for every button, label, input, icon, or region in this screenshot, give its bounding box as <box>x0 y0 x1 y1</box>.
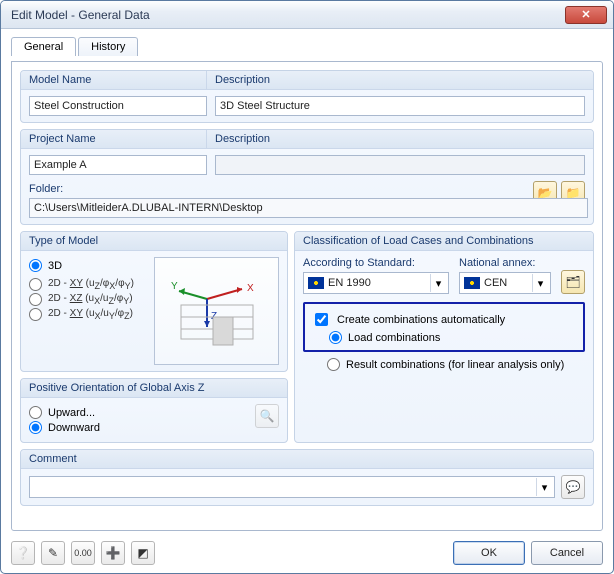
pencil-icon: ✎ <box>48 547 58 559</box>
model-desc-input[interactable] <box>215 96 585 116</box>
comment-input[interactable]: ▾ <box>29 476 555 498</box>
orientation-downward[interactable]: Downward <box>29 421 251 434</box>
model-name-label: Model Name <box>21 71 207 89</box>
chevron-down-icon: ▾ <box>430 274 446 292</box>
model-type-3d-label: 3D <box>48 260 62 272</box>
result-combinations-label: Result combinations (for linear analysis… <box>346 359 564 371</box>
eu-flag-icon <box>308 277 324 289</box>
settings-icon: 🗂 <box>565 276 580 288</box>
load-combinations[interactable]: Load combinations <box>329 331 577 344</box>
project-desc-label: Description <box>207 130 593 148</box>
help-button[interactable]: ❔ <box>11 541 35 565</box>
orientation-upward-radio[interactable] <box>29 406 42 419</box>
orientation-upward[interactable]: Upward... <box>29 406 251 419</box>
create-auto-checkbox-row[interactable]: Create combinations automatically <box>311 310 577 329</box>
eu-flag-icon-2 <box>464 277 480 289</box>
orientation-downward-radio[interactable] <box>29 421 42 434</box>
close-button[interactable]: ✕ <box>565 6 607 24</box>
create-auto-checkbox[interactable] <box>315 313 328 326</box>
model-type-xy-radio[interactable] <box>29 278 42 291</box>
type-of-model-title: Type of Model <box>21 232 287 251</box>
orientation-upward-label: Upward... <box>48 407 95 419</box>
create-combinations-highlight: Create combinations automatically Load c… <box>303 302 585 352</box>
units-icon: 0.00 <box>74 549 92 558</box>
cube-plus-icon: ➕ <box>106 547 121 559</box>
tab-general[interactable]: General <box>11 37 76 56</box>
tab-history[interactable]: History <box>78 37 138 56</box>
result-combinations-radio[interactable] <box>327 358 340 371</box>
model-desc-label: Description <box>207 71 593 89</box>
model-type-xz[interactable]: 2D - XZ (uX/uZ/φY) <box>29 293 148 306</box>
model-type-xz-radio[interactable] <box>29 293 42 306</box>
model-type-3d[interactable]: 3D <box>29 259 148 272</box>
orientation-info-button: 🔍 <box>255 404 279 428</box>
footer-edit-button[interactable]: ✎ <box>41 541 65 565</box>
window-title: Edit Model - General Data <box>11 8 565 22</box>
magnify-icon: 🔍 <box>260 410 275 422</box>
orientation-title: Positive Orientation of Global Axis Z <box>21 379 287 398</box>
classification-title: Classification of Load Cases and Combina… <box>295 232 593 251</box>
orientation-downward-label: Downward <box>48 422 100 434</box>
folder-input <box>29 198 588 218</box>
classification-settings-button[interactable]: 🗂 <box>561 270 585 294</box>
create-auto-label: Create combinations automatically <box>337 314 505 326</box>
according-label: According to Standard: <box>303 257 449 269</box>
project-desc-input <box>215 155 585 175</box>
result-combinations[interactable]: Result combinations (for linear analysis… <box>327 358 585 371</box>
annex-label: National annex: <box>459 257 551 269</box>
close-icon: ✕ <box>581 8 590 21</box>
load-combinations-radio[interactable] <box>329 331 342 344</box>
load-combinations-label: Load combinations <box>348 332 440 344</box>
model-type-3d-radio[interactable] <box>29 259 42 272</box>
project-name-input[interactable] <box>29 155 207 175</box>
footer-units-button[interactable]: 0.00 <box>71 541 95 565</box>
annex-select[interactable]: CEN ▾ <box>459 272 551 294</box>
model-type-preview: X Y Z <box>154 257 279 365</box>
annex-value: CEN <box>484 277 528 289</box>
comment-pick-icon: 💬 <box>566 481 581 493</box>
svg-text:Y: Y <box>171 281 178 292</box>
cube-icon: ◩ <box>137 547 148 559</box>
ok-button[interactable]: OK <box>453 541 525 565</box>
standard-select[interactable]: EN 1990 ▾ <box>303 272 449 294</box>
footer-add-button[interactable]: ➕ <box>101 541 125 565</box>
comment-pick-button[interactable]: 💬 <box>561 475 585 499</box>
help-icon: ❔ <box>16 547 31 559</box>
model-type-xy[interactable]: 2D - XY (uZ/φX/φY) <box>29 278 148 291</box>
folder-label: Folder: <box>29 183 519 195</box>
model-type-xy-wall[interactable]: 2D - XY (uX/uY/φZ) <box>29 308 148 321</box>
footer-model-button[interactable]: ◩ <box>131 541 155 565</box>
model-type-xy-wall-radio[interactable] <box>29 308 42 321</box>
comment-title: Comment <box>21 450 593 469</box>
model-name-input[interactable] <box>29 96 207 116</box>
project-name-label: Project Name <box>21 130 207 148</box>
cancel-button[interactable]: Cancel <box>531 541 603 565</box>
model-type-xy-wall-label: 2D - XY (uX/uY/φZ) <box>48 308 133 321</box>
model-type-xy-label: 2D - XY (uZ/φX/φY) <box>48 278 134 291</box>
chevron-down-icon-3: ▾ <box>536 478 552 496</box>
chevron-down-icon-2: ▾ <box>532 274 548 292</box>
model-type-xz-label: 2D - XZ (uX/uZ/φY) <box>48 293 133 306</box>
svg-text:X: X <box>247 283 254 294</box>
standard-value: EN 1990 <box>328 277 426 289</box>
